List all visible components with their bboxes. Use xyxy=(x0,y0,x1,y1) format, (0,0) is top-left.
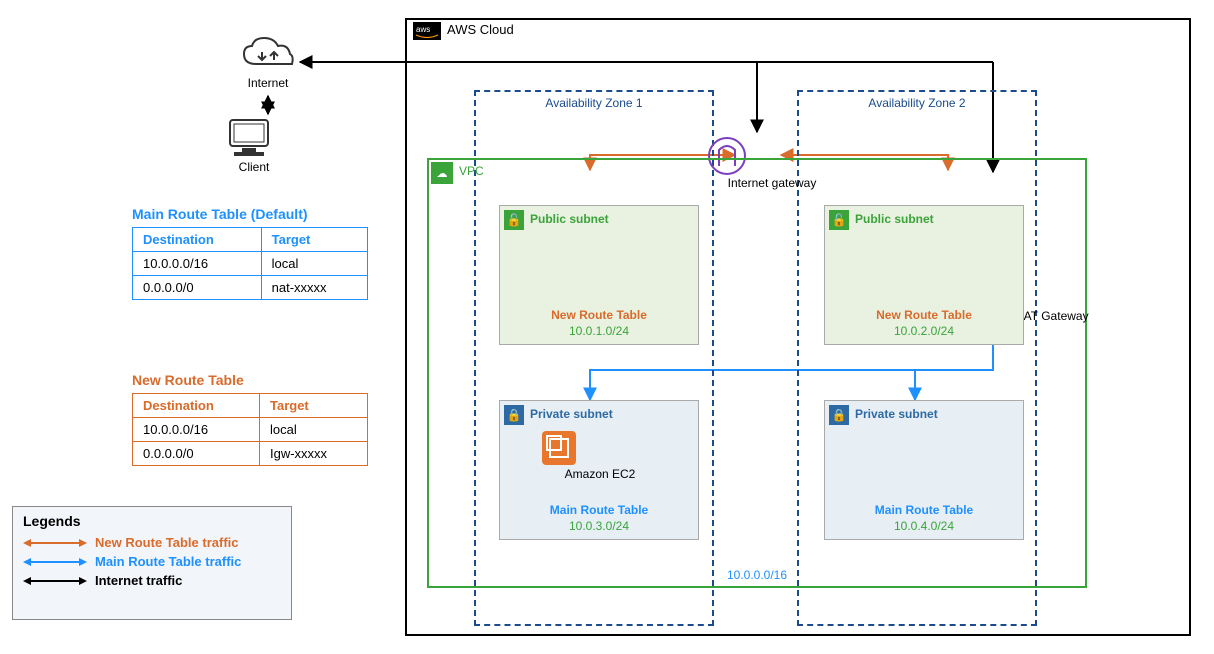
internet-node: Internet xyxy=(238,34,298,94)
col-target: Target xyxy=(261,228,367,252)
public-subnet-1: 🔓 Public subnet New Route Table 10.0.1.0… xyxy=(499,205,699,345)
vpc-cidr: 10.0.0.0/16 xyxy=(727,568,787,582)
public-subnet-2-rt: New Route Table xyxy=(876,308,972,322)
lock-closed-icon: 🔒 xyxy=(829,405,849,425)
table-row: 10.0.0.0/16 local xyxy=(133,418,368,442)
main-route-table: Destination Target 10.0.0.0/16 local 0.0… xyxy=(132,227,368,300)
legend-main-rt: Main Route Table traffic xyxy=(23,554,281,569)
svg-text:aws: aws xyxy=(416,25,430,34)
table-header-row: Destination Target xyxy=(133,394,368,418)
table-row: 10.0.0.0/16 local xyxy=(133,252,368,276)
col-destination: Destination xyxy=(133,228,262,252)
monitor-icon xyxy=(224,116,274,160)
az2-label: Availability Zone 2 xyxy=(868,96,965,110)
new-route-table: Destination Target 10.0.0.0/16 local 0.0… xyxy=(132,393,368,466)
legend-internet: Internet traffic xyxy=(23,573,281,588)
legends-title: Legends xyxy=(23,513,281,529)
private-subnet-1-rt: Main Route Table xyxy=(550,503,648,517)
ec2-node: Amazon EC2 xyxy=(540,429,660,481)
lock-open-icon: 🔓 xyxy=(829,210,849,230)
aws-cloud-box: aws AWS Cloud Availability Zone 1 Availa… xyxy=(405,18,1191,636)
aws-icon: aws xyxy=(413,22,441,40)
table-row: 0.0.0.0/0 nat-xxxxx xyxy=(133,276,368,300)
lock-closed-icon: 🔒 xyxy=(504,405,524,425)
table-row: 0.0.0.0/0 Igw-xxxxx xyxy=(133,442,368,466)
legend-new-rt: New Route Table traffic xyxy=(23,535,281,550)
private-subnet-2: 🔒 Private subnet Main Route Table 10.0.4… xyxy=(824,400,1024,540)
private-subnet-2-label: Private subnet xyxy=(855,407,938,421)
private-subnet-2-rt: Main Route Table xyxy=(875,503,973,517)
new-route-table-title: New Route Table xyxy=(132,372,244,388)
table-header-row: Destination Target xyxy=(133,228,368,252)
private-subnet-1: 🔒 Private subnet Amazon EC2 Main Route T… xyxy=(499,400,699,540)
arrow-orange-icon xyxy=(23,538,87,548)
diagram-canvas: Internet Client aws AWS Cloud Availabili… xyxy=(0,0,1214,654)
private-subnet-2-cidr: 10.0.4.0/24 xyxy=(894,519,954,533)
private-subnet-1-cidr: 10.0.3.0/24 xyxy=(569,519,629,533)
col-target: Target xyxy=(260,394,368,418)
public-subnet-2: 🔓 Public subnet New Route Table 10.0.2.0… xyxy=(824,205,1024,345)
legends-box: Legends New Route Table traffic Main Rou… xyxy=(12,506,292,620)
aws-header: aws AWS Cloud xyxy=(407,20,1189,42)
lock-open-icon: 🔓 xyxy=(504,210,524,230)
cloud-icon xyxy=(238,34,298,74)
internet-label: Internet xyxy=(238,76,298,90)
arrow-black-icon xyxy=(23,576,87,586)
public-subnet-2-cidr: 10.0.2.0/24 xyxy=(894,324,954,338)
public-subnet-1-label: Public subnet xyxy=(530,212,609,226)
ec2-icon xyxy=(540,429,578,467)
ec2-label: Amazon EC2 xyxy=(540,467,660,481)
vpc-label: VPC xyxy=(459,164,484,178)
vpc-icon: ☁ xyxy=(431,162,453,184)
client-node: Client xyxy=(224,116,284,174)
public-subnet-2-label: Public subnet xyxy=(855,212,934,226)
vpc-box: ☁ VPC 10.0.0.0/16 NAT Gateway 🔓 Public s… xyxy=(427,158,1087,588)
aws-cloud-label: AWS Cloud xyxy=(447,22,514,37)
public-subnet-1-rt: New Route Table xyxy=(551,308,647,322)
private-subnet-1-label: Private subnet xyxy=(530,407,613,421)
col-destination: Destination xyxy=(133,394,260,418)
client-label: Client xyxy=(224,160,284,174)
arrow-blue-icon xyxy=(23,557,87,567)
main-route-table-title: Main Route Table (Default) xyxy=(132,206,308,222)
nat-label: NAT Gateway xyxy=(1015,309,1105,323)
public-subnet-1-cidr: 10.0.1.0/24 xyxy=(569,324,629,338)
az1-label: Availability Zone 1 xyxy=(545,96,642,110)
